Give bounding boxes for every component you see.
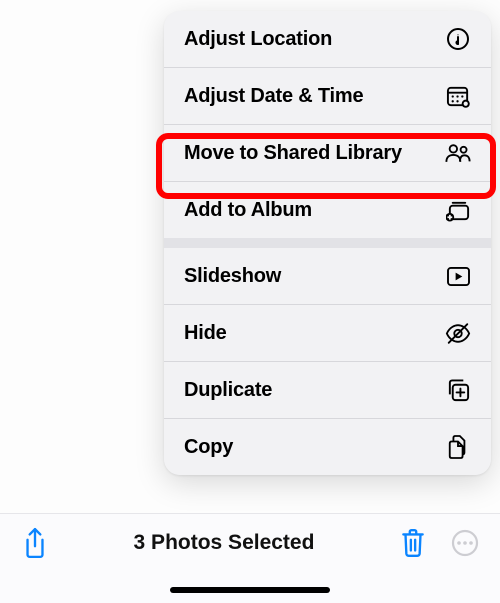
- menu-item-label: Hide: [184, 322, 227, 345]
- people-icon: [445, 140, 471, 166]
- trash-button[interactable]: [396, 526, 430, 560]
- album-add-icon: [445, 197, 471, 223]
- action-menu: Adjust Location Adjust Date & Time: [164, 11, 491, 475]
- menu-item-adjust-location[interactable]: Adjust Location: [164, 11, 491, 67]
- duplicate-icon: [445, 377, 471, 403]
- share-button[interactable]: [18, 526, 52, 560]
- menu-item-move-to-shared-library[interactable]: Move to Shared Library: [164, 125, 491, 181]
- calendar-adjust-icon: [445, 83, 471, 109]
- menu-item-hide[interactable]: Hide: [164, 305, 491, 361]
- menu-item-copy[interactable]: Copy: [164, 419, 491, 475]
- menu-item-add-to-album[interactable]: Add to Album: [164, 182, 491, 238]
- menu-item-adjust-date-time[interactable]: Adjust Date & Time: [164, 68, 491, 124]
- separator-thick: [164, 238, 491, 248]
- bottom-toolbar: 3 Photos Selected: [0, 513, 500, 603]
- menu-item-label: Add to Album: [184, 199, 312, 222]
- location-pin-info-icon: [445, 26, 471, 52]
- menu-item-label: Adjust Location: [184, 28, 332, 51]
- menu-item-slideshow[interactable]: Slideshow: [164, 248, 491, 304]
- menu-item-label: Adjust Date & Time: [184, 85, 363, 108]
- menu-item-duplicate[interactable]: Duplicate: [164, 362, 491, 418]
- play-rectangle-icon: [445, 263, 471, 289]
- toolbar-right-group: [396, 526, 482, 560]
- menu-item-label: Move to Shared Library: [184, 142, 402, 165]
- menu-item-label: Duplicate: [184, 379, 272, 402]
- toolbar-title: 3 Photos Selected: [134, 531, 315, 555]
- menu-item-label: Copy: [184, 436, 233, 459]
- home-indicator: [170, 587, 330, 593]
- copy-doc-icon: [445, 434, 471, 460]
- more-button[interactable]: [448, 526, 482, 560]
- menu-item-label: Slideshow: [184, 265, 281, 288]
- eye-slash-icon: [445, 320, 471, 346]
